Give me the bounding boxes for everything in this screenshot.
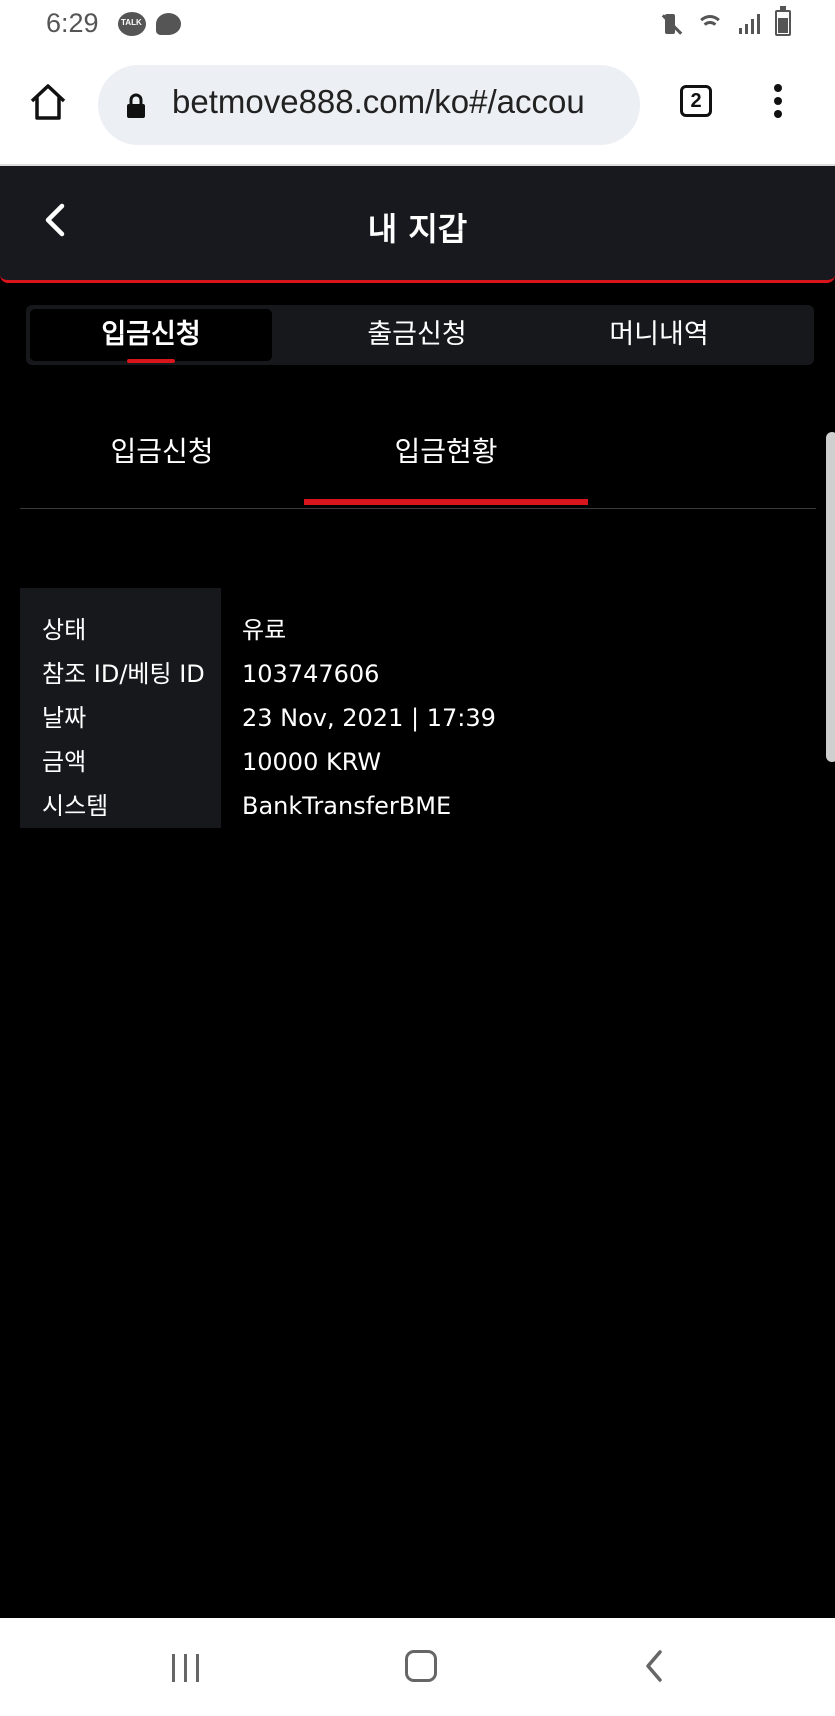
label-amount: 금액 [42,748,87,776]
tab-money-history[interactable]: 머니내역 [538,309,780,361]
vibrate-icon [659,12,683,36]
system-navigation-bar [0,1618,835,1716]
status-time: 6:29 [46,8,99,38]
signal-icon [737,12,763,36]
active-subtab-indicator [304,499,588,505]
subtab-deposit-request[interactable]: 입금신청 [20,430,304,470]
talk-icon: TALK [118,12,146,36]
browser-toolbar: betmove888.com/ko#/accou 2 [0,52,835,166]
home-button-icon[interactable] [405,1650,437,1682]
overflow-menu-icon[interactable] [772,84,784,124]
subtab-deposit-status[interactable]: 입금현황 [304,430,588,470]
tab-switcher-button[interactable]: 2 [680,85,712,117]
deposit-subtabs: 입금신청 입금현황 [20,400,816,509]
value-status: 유료 [242,616,287,644]
scrollbar-thumb[interactable] [826,432,835,762]
value-amount: 10000 KRW [242,748,382,776]
address-bar[interactable]: betmove888.com/ko#/accou [98,65,640,145]
chat-icon [156,13,181,35]
label-date: 날짜 [42,704,87,732]
battery-icon [775,6,791,36]
status-icons [659,6,791,36]
lock-icon [127,93,145,118]
wifi-icon [695,12,725,36]
tab-label: 머니내역 [609,319,709,350]
tab-label: 입금신청 [101,319,201,350]
page-title: 내 지갑 [367,210,468,248]
tab-deposit-request[interactable]: 입금신청 [30,309,272,363]
app-header: 내 지갑 [0,166,835,283]
label-system: 시스템 [42,792,109,820]
value-system: BankTransferBME [242,792,452,820]
label-reference-id: 참조 ID/베팅 ID [42,660,205,688]
value-date: 23 Nov, 2021 | 17:39 [242,704,496,732]
status-bar: 6:29 TALK [0,0,835,52]
value-reference-id: 103747606 [242,660,380,688]
deposit-detail-table: 상태 유료 참조 ID/베팅 ID 103747606 날짜 23 Nov, 2… [20,588,816,828]
url-text: betmove888.com/ko#/accou [172,83,585,120]
label-status: 상태 [42,616,87,644]
talk-badge-label: TALK [121,18,142,27]
active-tab-indicator [127,359,175,363]
tab-withdraw-request[interactable]: 출금신청 [296,309,538,361]
back-button-icon[interactable] [642,1648,666,1684]
home-icon[interactable] [28,82,68,122]
recent-apps-icon[interactable] [172,1654,204,1682]
wallet-tabs: 입금신청 출금신청 머니내역 [26,305,814,365]
tab-label: 출금신청 [367,319,467,350]
